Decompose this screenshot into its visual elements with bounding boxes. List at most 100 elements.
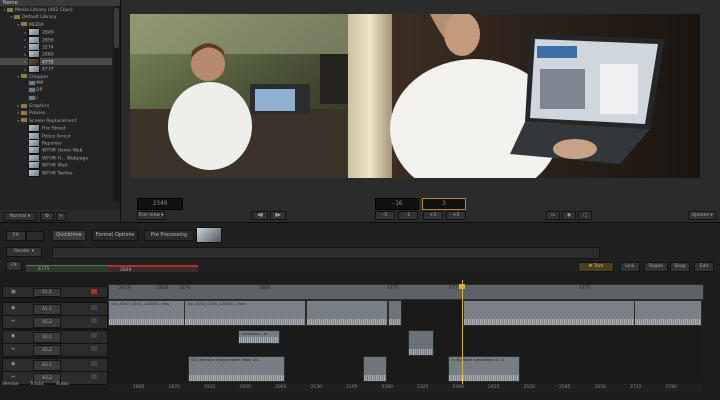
step-plus-1-button[interactable]: +1: [423, 211, 443, 220]
step-minus-5-button[interactable]: -5: [375, 211, 395, 220]
clip-label: cv Ny store sundstate v0...s: [451, 357, 504, 362]
library-row[interactable]: Fire Street: [0, 124, 112, 133]
trim-tool-button[interactable]: ✥ Trim: [578, 262, 614, 272]
library-row[interactable]: ▸ 2856: [0, 35, 112, 44]
library-row[interactable]: Reporter: [0, 139, 112, 148]
step-minus-1-button[interactable]: -1: [398, 211, 418, 220]
mute-icon[interactable]: ◉: [11, 305, 15, 311]
track-lock-icon[interactable]: [91, 333, 97, 338]
library-row[interactable]: ▾ Chopper: [0, 73, 112, 80]
audio-waveform: [635, 319, 701, 325]
library-row[interactable]: ▸ 4775: [0, 57, 112, 66]
track-lock-icon[interactable]: [91, 289, 97, 294]
timeline-clip[interactable]: [388, 300, 402, 326]
tab-quicktime[interactable]: Quicktime: [52, 230, 86, 241]
library-row[interactable]: 8802P: [0, 87, 112, 94]
tab-audio[interactable]: Audio: [56, 382, 69, 387]
mute-icon[interactable]: ◉: [11, 333, 15, 339]
track-lock-icon[interactable]: [91, 346, 97, 351]
library-row[interactable]: WTHR Twitter: [0, 168, 112, 177]
track-header[interactable]: ◉ A2.1: [2, 330, 108, 344]
timeline-clip[interactable]: [463, 300, 635, 326]
snapshot-icon[interactable]: ◉: [562, 211, 576, 220]
library-row[interactable]: ▸ Graphics: [0, 102, 112, 109]
link-icon[interactable]: ⇔: [11, 318, 15, 324]
track-lock-icon[interactable]: [91, 318, 97, 323]
track-name[interactable]: A2.1: [33, 332, 61, 343]
library-row[interactable]: ▾ Screen Replacement: [0, 117, 112, 124]
fullscreen-icon[interactable]: ⛶: [578, 211, 592, 220]
play-forward-button[interactable]: ▮▶: [270, 211, 286, 220]
track-lock-icon[interactable]: [91, 361, 97, 366]
link-icon[interactable]: ⇔: [11, 374, 15, 380]
track-header[interactable]: ▣ V1.1: [2, 286, 108, 298]
timeline-clip[interactable]: [408, 330, 434, 356]
timecode-frames[interactable]: 3: [422, 198, 466, 210]
edit-mode-button[interactable]: Edit: [694, 262, 714, 272]
library-row[interactable]: ▾ Media Library (462 Clips): [0, 6, 112, 13]
library-row[interactable]: Police Arrest: [0, 131, 112, 140]
track-header[interactable]: ⇔ A2.2: [2, 343, 108, 357]
library-row[interactable]: ▸ 3274: [0, 42, 112, 51]
timeline-clip[interactable]: clip_A052_C004_1202X0...mov: [184, 300, 306, 326]
library-row[interactable]: ▾ Default Library: [0, 13, 112, 20]
trim-view-dropdown[interactable]: Trim View ▾: [137, 211, 165, 220]
library-row[interactable]: ▸ 2880: [0, 50, 112, 59]
mute-icon[interactable]: ◉: [11, 361, 15, 367]
tab-tracks[interactable]: Tracks: [30, 382, 44, 387]
fx-button[interactable]: FX: [6, 231, 26, 241]
library-row[interactable]: ▸ Proxies: [0, 109, 112, 116]
fx-secondary-button[interactable]: [26, 231, 44, 241]
library-row[interactable]: 880MP: [0, 79, 112, 87]
timecode-offset[interactable]: -16: [375, 198, 419, 210]
snap-button[interactable]: Snap: [670, 262, 690, 272]
viewer-options-dropdown[interactable]: Options ▾: [688, 211, 716, 220]
playhead-handle[interactable]: [459, 284, 465, 289]
track-name[interactable]: A3.1: [33, 360, 61, 371]
timeline-clip[interactable]: clip_A052_C003_1202X0...mov: [108, 300, 185, 326]
safe-area-icon[interactable]: ▭: [546, 211, 560, 220]
step-plus-5-button[interactable]: +5: [446, 211, 466, 220]
ripple-button[interactable]: Ripple: [644, 262, 668, 272]
track-name[interactable]: A1.2: [33, 317, 61, 328]
library-row[interactable]: Solo: [0, 94, 112, 102]
track-name[interactable]: A1.1: [33, 304, 61, 315]
track-header[interactable]: ⇔ A1.2: [2, 315, 108, 329]
library-row[interactable]: ▸ 2849: [0, 28, 112, 37]
library-scrollbar[interactable]: [113, 6, 120, 202]
render-dropdown[interactable]: Render ▾: [6, 247, 42, 257]
view-mode-dropdown[interactable]: Normal ▾: [4, 212, 36, 221]
track-name[interactable]: V1.1: [33, 288, 61, 297]
timeline-fx-button[interactable]: FX: [6, 261, 22, 271]
tab-format-options[interactable]: Format Options: [92, 230, 138, 241]
add-icon[interactable]: +: [56, 212, 66, 221]
viewer-frame[interactable]: [130, 14, 700, 178]
track-header[interactable]: ◉ A3.1: [2, 358, 108, 372]
playhead[interactable]: [462, 280, 463, 385]
track-lock-icon[interactable]: [91, 305, 97, 310]
timeline-clip[interactable]: [634, 300, 702, 326]
track-header[interactable]: ◉ A1.1: [2, 302, 108, 316]
tab-pre-processing[interactable]: Pre Processing: [144, 230, 194, 241]
library-row[interactable]: ▾ MEDIA: [0, 21, 112, 28]
library-row[interactable]: WTHR iPad: [0, 161, 112, 170]
tab-version[interactable]: Version: [2, 382, 19, 387]
link-button[interactable]: Link: [620, 262, 640, 272]
timeline-clip[interactable]: [306, 300, 388, 326]
timecode-display[interactable]: 2349: [137, 198, 183, 210]
library-row[interactable]: WTHR H... Webpage: [0, 153, 112, 162]
timeline-clip[interactable]: Universal....rk: [238, 330, 280, 344]
play-reverse-button[interactable]: ◀▮: [252, 211, 268, 220]
timeline-clip[interactable]: 01 Clientone Independent Mixe: Dr...: [188, 356, 285, 382]
link-icon[interactable]: ⇔: [11, 346, 15, 352]
timeline-ruler[interactable]: 2874 2856 3274 2880 4775 4777 4775: [108, 284, 704, 300]
timeline-clip[interactable]: [363, 356, 387, 382]
library-row[interactable]: WTHR Home Web: [0, 146, 112, 155]
timeline-clip[interactable]: cv Ny store sundstate v0...s: [448, 356, 520, 382]
track-name[interactable]: A2.2: [33, 345, 61, 356]
gear-icon[interactable]: ⚙: [40, 212, 54, 221]
tracks-area[interactable]: clip_A052_C003_1202X0...mov clip_A052_C00…: [108, 300, 702, 382]
video-track-icon[interactable]: ▣: [11, 289, 16, 295]
track-lock-icon[interactable]: [91, 374, 97, 379]
library-row[interactable]: ▸ 4777: [0, 65, 112, 74]
